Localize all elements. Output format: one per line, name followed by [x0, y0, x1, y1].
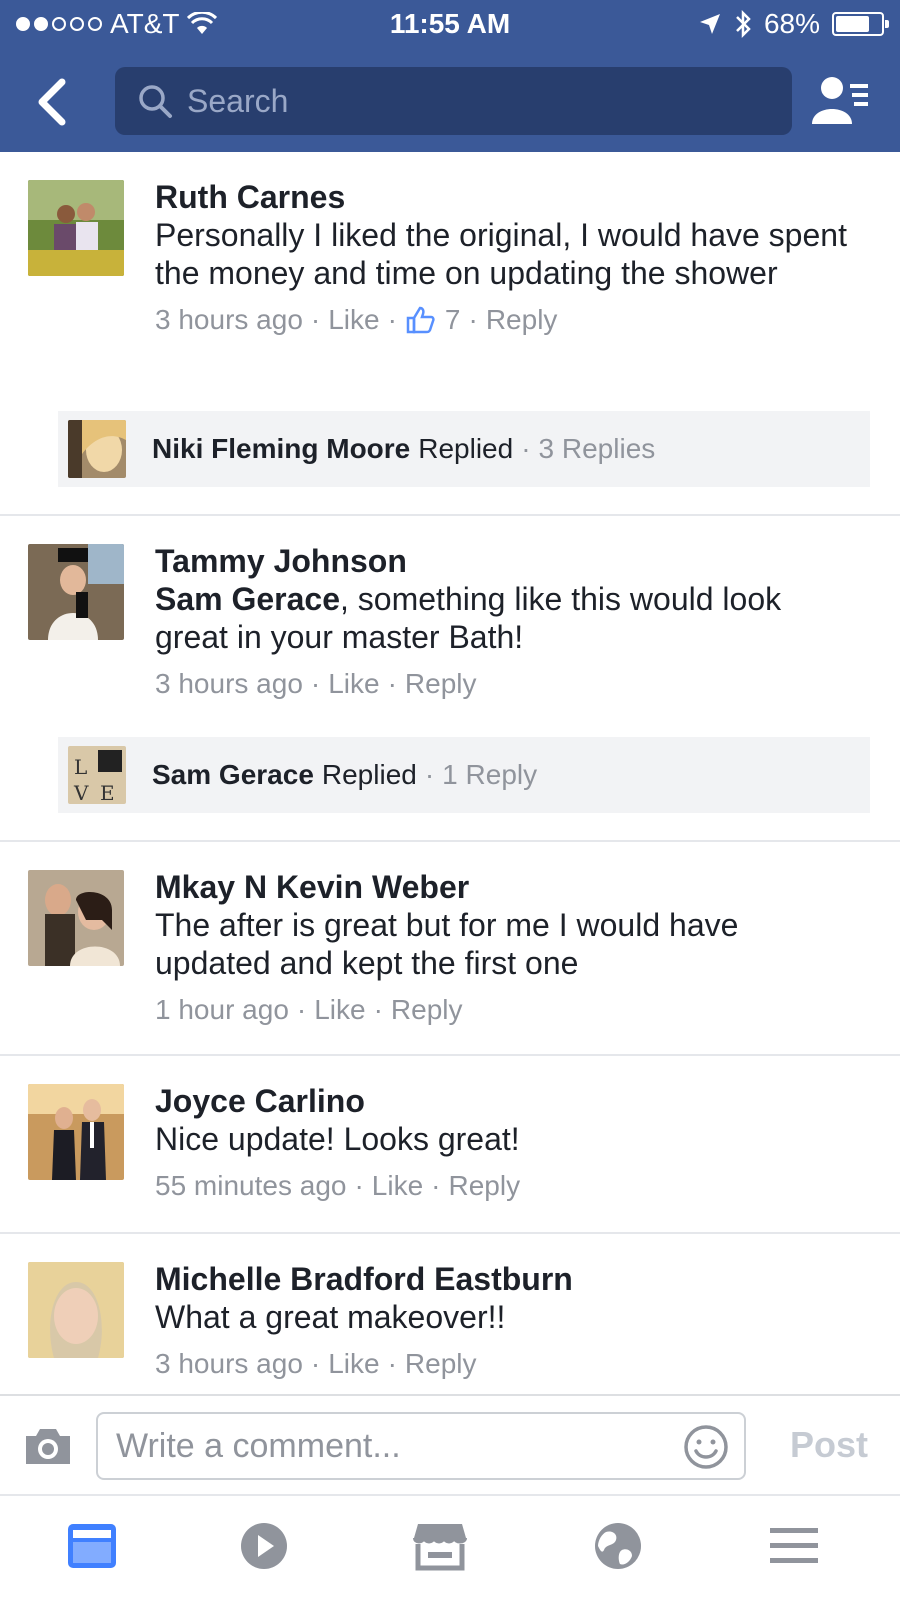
tab-bar	[0, 1494, 900, 1600]
comment-time[interactable]: 3 hours ago	[155, 668, 303, 700]
battery-icon	[832, 12, 889, 36]
comment-time[interactable]: 3 hours ago	[155, 304, 303, 336]
comment-text: The after is great but for me I would ha…	[155, 907, 739, 981]
like-count[interactable]: 7	[445, 304, 461, 336]
comment-time[interactable]: 3 hours ago	[155, 1348, 303, 1380]
search-placeholder: Search	[187, 82, 289, 119]
comment-text: Sam Gerace, something like this would lo…	[155, 580, 860, 656]
back-arrow-icon[interactable]	[32, 72, 72, 132]
comment-text: Nice update! Looks great!	[155, 1121, 520, 1157]
like-button[interactable]: Like	[328, 1348, 379, 1380]
avatar[interactable]	[28, 544, 124, 640]
video-icon[interactable]	[236, 1520, 292, 1572]
news-feed-icon[interactable]	[64, 1520, 120, 1572]
replied-label: Replied	[418, 433, 514, 464]
comment-meta: 3 hours ago · Like · 7 · Reply	[155, 304, 558, 336]
svg-text:V: V	[73, 781, 89, 804]
replies-preview[interactable]: L V E Sam Gerace Replied · 1 Reply	[58, 737, 870, 813]
comment-meta: 1 hour ago · Like · Reply	[155, 994, 463, 1026]
comment-meta: 3 hours ago · Like · Reply	[155, 1348, 477, 1380]
reply-button[interactable]: Reply	[449, 1170, 521, 1202]
svg-text:E: E	[100, 781, 115, 804]
search-input[interactable]: Search	[115, 67, 792, 135]
battery-percent: 68%	[763, 8, 820, 39]
menu-icon[interactable]	[766, 1520, 822, 1572]
post-button[interactable]: Post	[790, 1424, 868, 1466]
like-button[interactable]: Like	[314, 994, 365, 1026]
comment-author[interactable]: Michelle Bradford Eastburn	[155, 1260, 860, 1298]
notifications-globe-icon[interactable]	[590, 1520, 646, 1572]
like-button[interactable]: Like	[328, 668, 379, 700]
bluetooth-icon	[736, 9, 751, 39]
comment-text: Personally I liked the original, I would…	[155, 217, 847, 291]
comment-item: Mkay N Kevin Weber The after is great bu…	[0, 842, 900, 1056]
reply-avatar: L V E	[68, 746, 126, 804]
reply-avatar	[68, 420, 126, 478]
comment-author[interactable]: Mkay N Kevin Weber	[155, 868, 860, 906]
avatar[interactable]	[28, 180, 124, 276]
comment-author[interactable]: Ruth Carnes	[155, 178, 860, 216]
comment-item: Joyce Carlino Nice update! Looks great! …	[0, 1056, 900, 1234]
reply-button[interactable]: Reply	[391, 994, 463, 1026]
comment-author[interactable]: Joyce Carlino	[155, 1082, 860, 1120]
reply-button[interactable]: Reply	[405, 668, 477, 700]
reply-button[interactable]: Reply	[486, 304, 558, 336]
status-right: 68%	[698, 8, 889, 40]
avatar[interactable]	[28, 1262, 124, 1358]
comments-list[interactable]: Ruth Carnes Personally I liked the origi…	[0, 152, 900, 1396]
reply-count[interactable]: 3 Replies	[539, 433, 656, 465]
location-arrow-icon	[699, 14, 720, 34]
marketplace-icon[interactable]	[412, 1520, 468, 1572]
comment-composer: Write a comment... Post	[0, 1394, 900, 1494]
replied-label: Replied	[321, 759, 417, 790]
svg-text:L: L	[74, 755, 87, 779]
comment-input[interactable]: Write a comment...	[96, 1412, 746, 1480]
avatar[interactable]	[28, 1084, 124, 1180]
comment-mention[interactable]: Sam Gerace	[155, 581, 340, 617]
camera-icon[interactable]	[22, 1424, 74, 1468]
comment-author[interactable]: Tammy Johnson	[155, 542, 860, 580]
like-button[interactable]: Like	[328, 304, 379, 336]
reply-author[interactable]: Niki Fleming Moore	[152, 433, 410, 465]
comment-time[interactable]: 55 minutes ago	[155, 1170, 346, 1202]
comment-text: What a great makeover!!	[155, 1299, 506, 1335]
comment-input-placeholder: Write a comment...	[116, 1426, 401, 1465]
avatar[interactable]	[28, 870, 124, 966]
reply-button[interactable]: Reply	[405, 1348, 477, 1380]
comment-meta: 3 hours ago · Like · Reply	[155, 668, 477, 700]
replies-preview[interactable]: Niki Fleming Moore Replied · 3 Replies	[58, 411, 870, 487]
nav-bar: Search	[0, 50, 900, 152]
comment-time[interactable]: 1 hour ago	[155, 994, 289, 1026]
top-bar: AT&T 11:55 AM 68% Search	[0, 0, 900, 152]
search-icon	[139, 85, 172, 118]
reply-count[interactable]: 1 Reply	[442, 759, 537, 791]
status-bar: AT&T 11:55 AM 68%	[0, 0, 900, 50]
comment-item: Ruth Carnes Personally I liked the origi…	[0, 152, 900, 516]
friend-list-icon[interactable]	[810, 74, 870, 126]
comment-item: Michelle Bradford Eastburn What a great …	[0, 1234, 900, 1396]
like-button[interactable]: Like	[372, 1170, 423, 1202]
comment-item: Tammy Johnson Sam Gerace, something like…	[0, 516, 900, 842]
thumbs-up-icon	[406, 306, 435, 334]
reply-author[interactable]: Sam Gerace	[152, 759, 314, 791]
emoji-icon[interactable]	[682, 1423, 730, 1471]
comment-meta: 55 minutes ago · Like · Reply	[155, 1170, 521, 1202]
